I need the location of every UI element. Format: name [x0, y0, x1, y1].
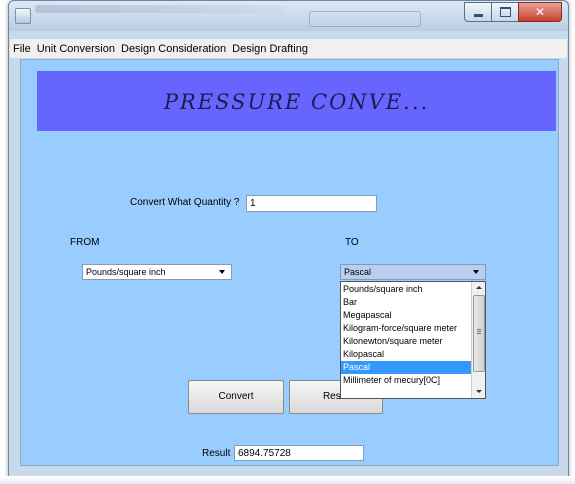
chevron-down-icon[interactable]	[473, 270, 479, 274]
maximize-icon	[499, 7, 511, 17]
quantity-label: Convert What Quantity ?	[130, 197, 240, 208]
list-item[interactable]: Megapascal	[341, 309, 472, 322]
close-button[interactable]: ✕	[518, 2, 562, 22]
minimize-icon	[473, 13, 483, 17]
list-item[interactable]: Millimeter of mecury[0C]	[341, 374, 472, 387]
grip-icon	[477, 329, 481, 330]
chevron-down-icon[interactable]	[219, 270, 225, 274]
list-item[interactable]: Kilonewton/square meter	[341, 335, 472, 348]
page-title: PRESSURE CONVE...	[163, 90, 430, 114]
title-text-blur	[35, 5, 285, 13]
dropdown-scrollbar[interactable]	[471, 282, 485, 398]
to-unit-dropdown-list: Pounds/square inch Bar Megapascal Kilogr…	[340, 281, 486, 399]
quantity-input[interactable]: 1	[246, 195, 377, 212]
result-label: Result	[202, 448, 231, 459]
maximize-button[interactable]	[491, 2, 519, 22]
from-unit-select[interactable]: Pounds/square inch	[82, 264, 232, 280]
app-icon[interactable]	[15, 8, 31, 24]
list-item[interactable]: Pounds/square inch	[341, 283, 472, 296]
converter-panel: PRESSURE CONVE... Convert What Quantity …	[20, 59, 559, 466]
list-item[interactable]: Bar	[341, 296, 472, 309]
to-label: TO	[345, 237, 359, 248]
app-window: ✕ File Unit Conversion Design Considerat…	[8, 0, 569, 478]
menu-bar: File Unit Conversion Design Consideratio…	[10, 39, 567, 58]
scroll-up-arrow-icon[interactable]	[472, 282, 485, 294]
window-controls: ✕	[464, 2, 562, 22]
list-item-selected[interactable]: Pascal	[341, 361, 472, 374]
to-unit-select[interactable]: Pascal	[340, 264, 486, 280]
desktop-edge	[0, 476, 575, 484]
menu-file[interactable]: File	[10, 43, 34, 55]
menu-unit-conversion[interactable]: Unit Conversion	[34, 43, 118, 55]
title-bar[interactable]: ✕	[9, 1, 568, 31]
scrollbar-thumb[interactable]	[473, 295, 485, 372]
option-list: Pounds/square inch Bar Megapascal Kilogr…	[341, 283, 472, 387]
minimize-button[interactable]	[464, 2, 492, 22]
menu-design-drafting[interactable]: Design Drafting	[229, 43, 311, 55]
title-blur-shape	[309, 11, 421, 27]
menu-design-consideration[interactable]: Design Consideration	[118, 43, 229, 55]
list-item[interactable]: Kilogram-force/square meter	[341, 322, 472, 335]
from-label: FROM	[70, 237, 100, 248]
result-field[interactable]: 6894.75728	[234, 445, 364, 461]
convert-button[interactable]: Convert	[188, 380, 284, 414]
list-item[interactable]: Kilopascal	[341, 348, 472, 361]
scroll-down-arrow-icon[interactable]	[472, 386, 485, 398]
to-unit-value: Pascal	[344, 267, 372, 277]
close-icon: ✕	[534, 5, 546, 19]
from-unit-value: Pounds/square inch	[86, 267, 166, 277]
title-banner: PRESSURE CONVE...	[37, 71, 556, 131]
